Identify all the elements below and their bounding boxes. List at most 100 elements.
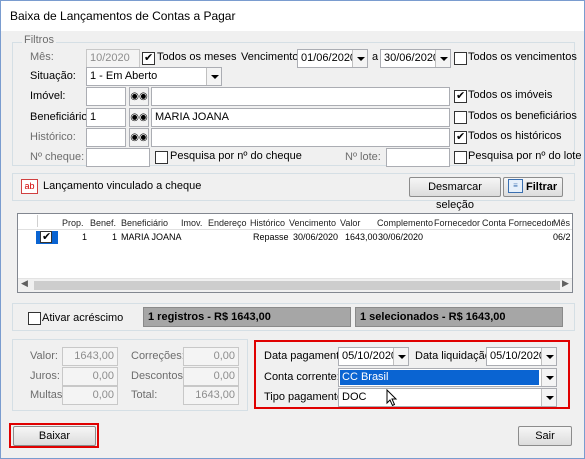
scrollbar-thumb[interactable] [34, 281, 560, 290]
row-valor: 1643,00 [345, 232, 378, 242]
multas-field[interactable]: 0,00 [62, 386, 118, 405]
chevron-down-icon[interactable] [541, 389, 556, 406]
selecionados-summary: 1 selecionados - R$ 1643,00 [355, 307, 563, 327]
beneficiario-name-field[interactable]: MARIA JOANA [151, 108, 450, 127]
header-conta-fornecedor[interactable]: Conta Fornecedor [482, 218, 555, 228]
situacao-label: Situação: [30, 70, 76, 82]
row-complemento: 30/06/2020 [378, 232, 424, 242]
historico-code-field[interactable] [86, 128, 126, 147]
pesquisa-lote-checkbox[interactable] [454, 151, 467, 164]
row-historico: Repasse [253, 232, 289, 242]
data-pagamento-field[interactable]: 05/10/2020 [338, 347, 409, 366]
total-label: Total: [131, 389, 158, 401]
header-imov[interactable]: Imov. [181, 218, 202, 228]
row-mes: 06/2 [553, 232, 571, 242]
historico-label: Histórico: [30, 131, 76, 143]
correcoes-label: Correções: [131, 350, 185, 362]
desmarcar-selecao-button[interactable]: Desmarcar seleção [409, 177, 501, 211]
tipo-pagamento-label: Tipo pagamento: [264, 391, 347, 403]
pesquisa-cheque-label: Pesquisa por nº do cheque [170, 150, 302, 162]
data-liquidacao-label: Data liquidação: [415, 350, 494, 362]
column-separator [37, 215, 38, 227]
row-beneficiario: MARIA JOANA [121, 232, 182, 242]
vencimento-from-field[interactable]: 01/06/2020 [297, 49, 368, 68]
filtrar-label: Filtrar [526, 181, 558, 193]
binoculars-icon[interactable]: ◉◉ [129, 128, 149, 147]
multas-label: Multas: [30, 389, 66, 401]
header-prop[interactable]: Prop. [62, 218, 84, 228]
correcoes-field[interactable]: 0,00 [183, 347, 239, 366]
todos-imoveis-checkbox[interactable] [454, 89, 467, 103]
imovel-name-field[interactable] [151, 87, 450, 106]
row-benef: 1 [112, 232, 118, 242]
descontos-field[interactable]: 0,00 [183, 367, 239, 386]
mes-label: Mês: [30, 51, 54, 63]
chevron-down-icon[interactable] [393, 348, 408, 365]
conta-corrente-label: Conta corrente: [264, 371, 340, 383]
descontos-label: Descontos: [131, 370, 187, 382]
valor-label: Valor: [30, 350, 58, 362]
juros-field[interactable]: 0,00 [62, 367, 118, 386]
header-fornecedor[interactable]: Fornecedor [434, 218, 480, 228]
row-prop: 1 [82, 232, 88, 242]
lote-label: Nº lote: [345, 151, 381, 163]
header-complemento[interactable]: Complemento [377, 218, 433, 228]
conta-corrente-select[interactable]: CC Brasil [338, 368, 557, 387]
todos-meses-checkbox[interactable] [142, 51, 155, 65]
header-historico[interactable]: Histórico [250, 218, 285, 228]
ativar-acrescimo-label: Ativar acréscimo [42, 312, 124, 324]
chevron-down-icon[interactable] [206, 68, 221, 85]
scroll-right-icon[interactable]: ▶ [562, 279, 569, 289]
header-endereco[interactable]: Endereço [208, 218, 247, 228]
header-valor[interactable]: Valor [340, 218, 360, 228]
filter-icon: ≡ [508, 179, 523, 193]
ativar-acrescimo-checkbox[interactable] [28, 312, 41, 325]
filters-legend: Filtros [22, 34, 56, 46]
todos-meses-label: Todos os meses [157, 51, 237, 63]
todos-vencimentos-checkbox[interactable] [454, 52, 467, 65]
pesquisa-cheque-checkbox[interactable] [155, 151, 168, 164]
chevron-down-icon[interactable] [435, 50, 450, 67]
todos-vencimentos-label: Todos os vencimentos [468, 51, 577, 63]
binoculars-icon[interactable]: ◉◉ [129, 108, 149, 127]
scroll-left-icon[interactable]: ◀ [21, 279, 28, 289]
chevron-down-icon[interactable] [541, 348, 556, 365]
beneficiario-code-field[interactable]: 1 [86, 108, 126, 127]
binoculars-icon[interactable]: ◉◉ [129, 87, 149, 106]
imovel-label: Imóvel: [30, 90, 66, 102]
header-vencimento[interactable]: Vencimento [289, 218, 336, 228]
header-mes[interactable]: Mês [553, 218, 570, 228]
total-field[interactable]: 1643,00 [183, 386, 239, 405]
todos-historicos-checkbox[interactable] [454, 130, 467, 144]
row-select-checkbox[interactable] [40, 230, 52, 243]
sair-button[interactable]: Sair [518, 426, 572, 446]
historico-name-field[interactable] [151, 128, 450, 147]
header-beneficiario[interactable]: Beneficiário [121, 218, 168, 228]
row-vencimento: 30/06/2020 [293, 232, 339, 242]
chevron-down-icon[interactable] [541, 369, 556, 386]
window-title: Baixa de Lançamentos de Contas a Pagar [10, 9, 236, 23]
cheque-link-icon: ab [21, 179, 38, 194]
vencimento-label: Vencimento: [241, 51, 302, 63]
vencimento-to-field[interactable]: 30/06/2020 [380, 49, 451, 68]
cheque-label: Nº cheque: [30, 151, 85, 163]
header-benef[interactable]: Benef. [90, 218, 116, 228]
chevron-down-icon[interactable] [352, 50, 367, 67]
baixar-highlight [9, 423, 99, 448]
lote-field[interactable] [386, 148, 450, 167]
mouse-cursor-icon [386, 389, 398, 407]
imovel-code-field[interactable] [86, 87, 126, 106]
registros-summary: 1 registros - R$ 1643,00 [143, 307, 351, 327]
todos-beneficiarios-label: Todos os beneficiários [468, 110, 577, 122]
situacao-select[interactable]: 1 - Em Aberto [86, 67, 222, 86]
tipo-pagamento-select[interactable]: DOC [338, 388, 557, 407]
pesquisa-lote-label: Pesquisa por nº do lote [468, 150, 582, 162]
cheque-field[interactable] [86, 148, 150, 167]
valor-field[interactable]: 1643,00 [62, 347, 118, 366]
todos-beneficiarios-checkbox[interactable] [454, 111, 467, 124]
todos-imoveis-label: Todos os imóveis [468, 89, 553, 101]
data-liquidacao-field[interactable]: 05/10/2020 [486, 347, 557, 366]
mes-field[interactable]: 10/2020 [86, 49, 140, 68]
filtrar-button[interactable]: ≡ Filtrar [503, 177, 563, 197]
conta-corrente-value: CC Brasil [340, 370, 539, 385]
